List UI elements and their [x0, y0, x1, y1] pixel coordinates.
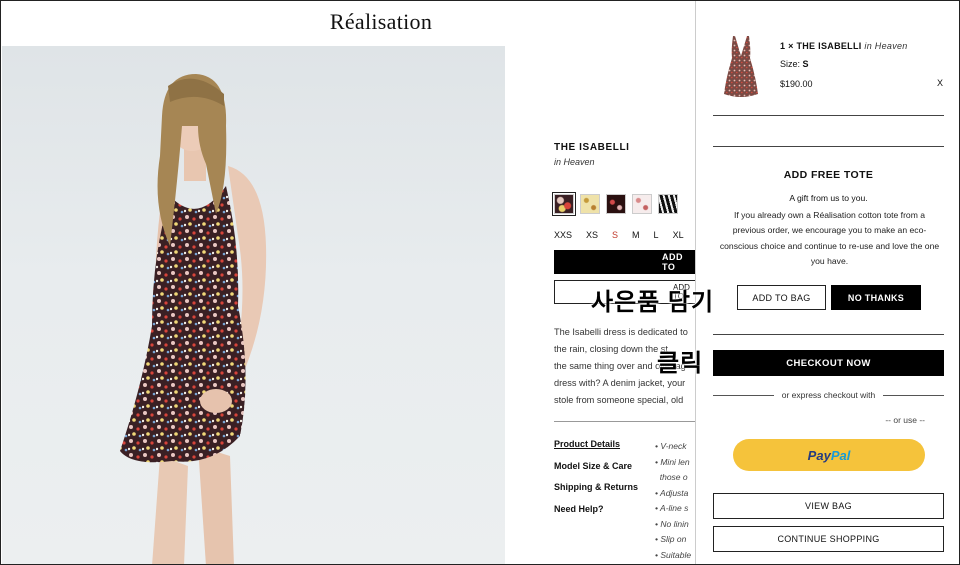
detail-bullet: • Suitable [655, 549, 692, 560]
tote-description: If you already own a Réalisation cotton … [719, 210, 940, 267]
product-hero-image [2, 46, 505, 564]
divider-line [883, 394, 945, 396]
divider [554, 421, 696, 422]
detail-bullet: • Mini len [655, 456, 690, 467]
brand-logo[interactable]: Réalisation [1, 9, 761, 35]
remove-item-button[interactable]: X [937, 78, 943, 88]
divider [713, 146, 944, 147]
view-bag-button[interactable]: VIEW BAG [713, 493, 944, 519]
tab-need-help[interactable]: Need Help? [554, 504, 638, 526]
description-line: stole from someone special, old [554, 395, 684, 405]
paypal-logo-part: Pay [807, 447, 831, 463]
tab-model-size-care[interactable]: Model Size & Care [554, 461, 638, 483]
detail-bullet: • V-neck [655, 441, 687, 451]
description-line: The Isabelli dress is dedicated to [554, 327, 688, 337]
swatch-4[interactable] [632, 194, 652, 214]
swatch-5[interactable] [658, 194, 678, 214]
detail-bullet: • No linin [655, 518, 689, 529]
cart-item-thumbnail[interactable] [723, 34, 759, 100]
detail-bullet: • Adjusta [655, 487, 689, 498]
size-option[interactable]: L [654, 230, 659, 240]
detail-bullet: those o [659, 472, 688, 482]
checkout-now-button[interactable]: CHECKOUT NOW [713, 350, 944, 376]
swatch-heaven[interactable] [552, 192, 576, 216]
no-thanks-button[interactable]: NO THANKS [831, 285, 921, 310]
swatch-2[interactable] [580, 194, 600, 214]
swatch-3[interactable] [606, 194, 626, 214]
add-to-bag-button[interactable]: ADD TO [554, 250, 699, 274]
annotation-add-gift: 사은품 담기 [591, 289, 715, 316]
continue-shopping-button[interactable]: CONTINUE SHOPPING [713, 526, 944, 552]
tote-title: ADD FREE TOTE [783, 169, 874, 181]
divider [713, 115, 944, 116]
color-swatches [552, 192, 678, 216]
add-tote-to-bag-button[interactable]: ADD TO BAG [737, 285, 826, 310]
product-variant: in Heaven [554, 157, 595, 167]
detail-bullet: • A-line s [655, 503, 689, 513]
paypal-logo-part: Pal [830, 447, 851, 463]
product-name: THE ISABELLI [554, 142, 630, 153]
divider [713, 334, 944, 335]
annotation-click: 클릭 [657, 350, 704, 377]
size-option-selected[interactable]: S [612, 230, 618, 240]
detail-bullet: • Slip on [655, 534, 687, 544]
tote-gift-line: A gift from us to you. [789, 193, 868, 203]
cart-item-size: Size: S [780, 59, 809, 69]
size-option[interactable]: M [632, 230, 640, 240]
size-option[interactable]: XL [673, 230, 684, 240]
model-photo [120, 74, 267, 564]
or-use-label: -- or use -- [885, 415, 925, 425]
express-checkout-divider: or express checkout with [713, 390, 945, 400]
size-selector: XXS XS S M L XL [554, 230, 698, 240]
size-option[interactable]: XS [586, 230, 598, 240]
detail-links: Product Details Model Size & Care Shippi… [554, 439, 638, 525]
size-option[interactable]: XXS [554, 230, 572, 240]
page-frame: Réalisation THE ISABELLI in Heaven XXS X… [0, 0, 960, 565]
express-checkout-label: or express checkout with [781, 390, 876, 400]
cart-item-title: 1 × THE ISABELLI in Heaven [780, 41, 908, 51]
tab-product-details[interactable]: Product Details [554, 439, 638, 461]
divider-line [713, 394, 774, 396]
paypal-button[interactable]: Pay Pal [733, 439, 925, 471]
tab-shipping-returns[interactable]: Shipping & Returns [554, 482, 638, 504]
cart-item-price: $190.00 [780, 79, 813, 89]
product-details-list: • V-neck • Mini len those o • Adjusta • … [655, 439, 697, 563]
